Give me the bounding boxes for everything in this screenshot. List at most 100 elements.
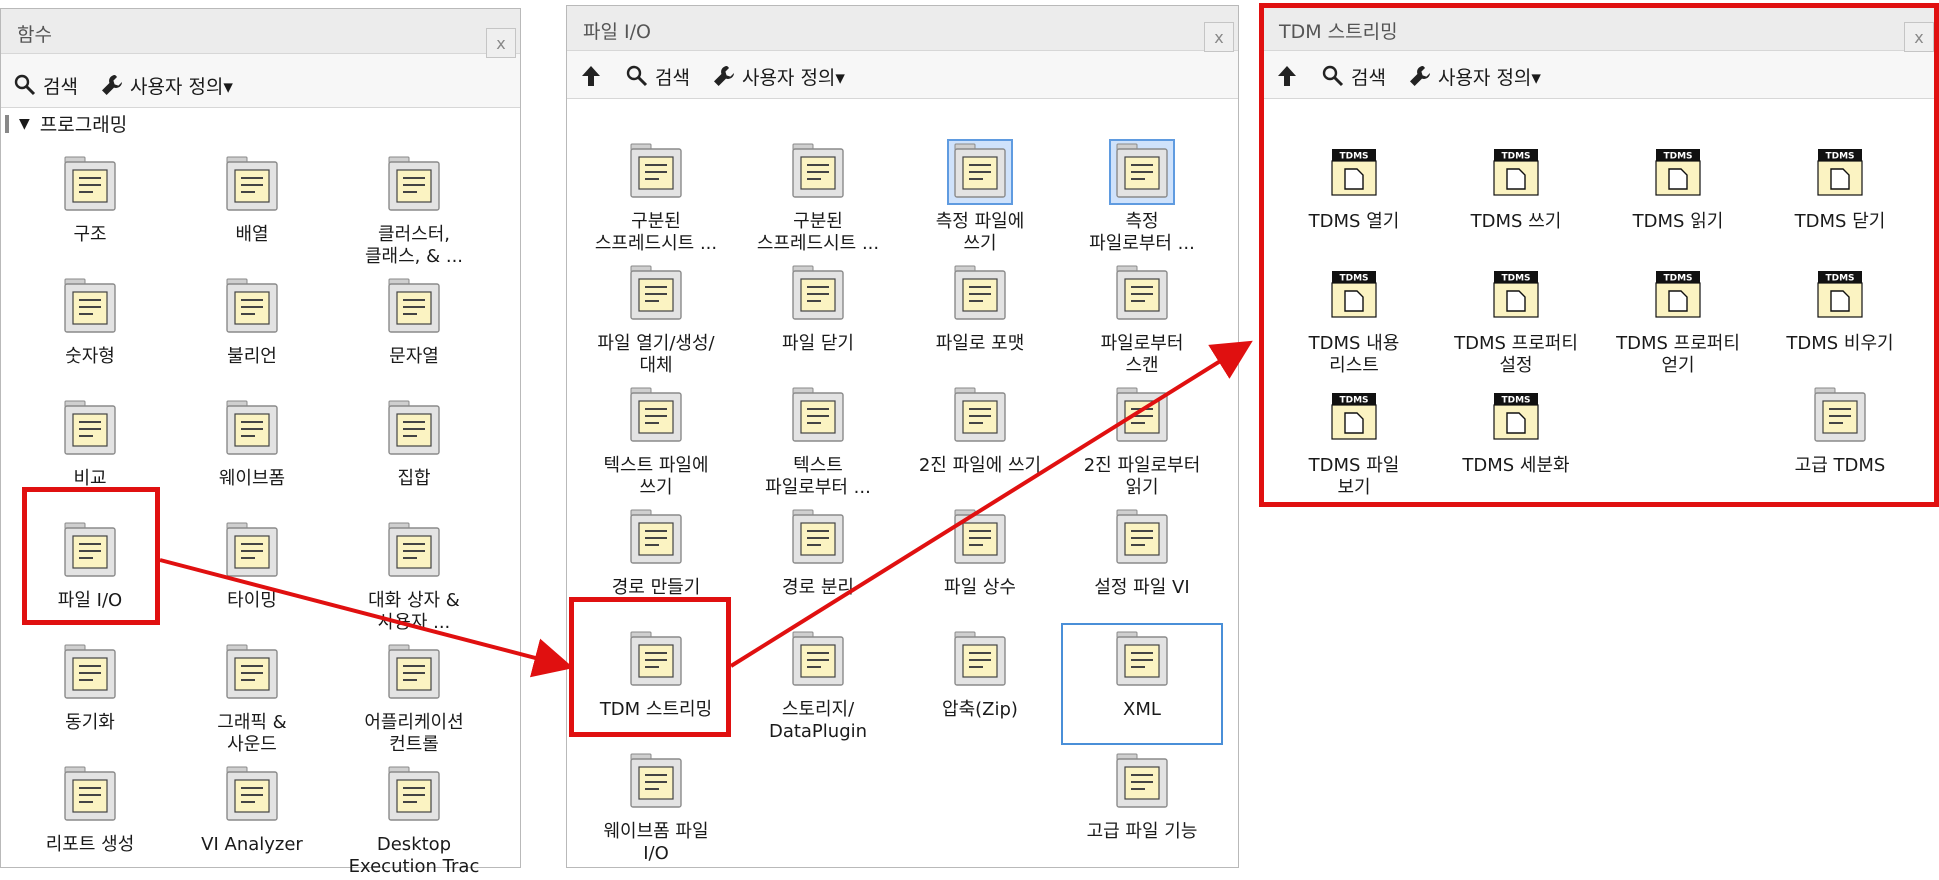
file-io-grid: 구분된 스프레드시트 ... 구분된 스프레드시트 ... 측정 파일에 쓰기 측정 파… xyxy=(567,135,1238,867)
functions-customize-label: 사용자 정의▾ xyxy=(129,75,233,98)
svg-text:TDMS: TDMS xyxy=(1339,274,1368,284)
functions-title: 함수 xyxy=(17,24,52,46)
tdms-flush-item[interactable]: TDMS TDMS 비우기 xyxy=(1759,257,1921,379)
svg-text:TDMS: TDMS xyxy=(1501,396,1530,406)
timing-item[interactable]: 타이밍 xyxy=(171,514,333,636)
xml-icon xyxy=(1116,631,1168,686)
vi-analyzer-item[interactable]: VI Analyzer xyxy=(171,758,333,880)
tdms-close-item[interactable]: TDMS TDMS 닫기 xyxy=(1759,135,1921,257)
read-delimited-spreadsheet-item[interactable]: 구분된 스프레드시트 ... xyxy=(737,135,899,257)
tdm-streaming-item[interactable]: TDM 스트리밍 xyxy=(575,623,737,745)
advanced-tdms-icon xyxy=(1814,387,1866,442)
read-binary-file-item[interactable]: 2진 파일로부터 읽기 xyxy=(1061,379,1223,501)
item-label: 고급 TDMS xyxy=(1794,455,1886,476)
cluster-class-item[interactable]: 클러스터, 클래스, & ... xyxy=(333,148,495,270)
wrench-icon xyxy=(713,66,734,86)
item-label: TDMS 프로퍼티 xyxy=(1616,333,1740,354)
write-measurement-file-item[interactable]: 측정 파일에 쓰기 xyxy=(899,135,1061,257)
item-label: 리스트 xyxy=(1329,355,1379,376)
tdm-up-button[interactable] xyxy=(1275,64,1299,88)
tdms-file-viewer-item[interactable]: TDMS TDMS 파일 보기 xyxy=(1273,379,1435,501)
application-control-item[interactable]: 어플리케이션 컨트롤 xyxy=(333,636,495,758)
scan-from-file-item[interactable]: 파일로부터 스캔 xyxy=(1061,257,1223,379)
tdm-customize-button[interactable]: 사용자 정의▾ xyxy=(1408,63,1541,90)
report-generation-icon xyxy=(64,766,116,821)
empty-cell xyxy=(737,745,899,867)
tdms-defragment-item[interactable]: TDMS TDMS 세분화 xyxy=(1435,379,1597,501)
up-arrow-icon xyxy=(582,66,600,86)
svg-text:TDMS: TDMS xyxy=(1339,396,1368,406)
dialog-user-interface-item[interactable]: 대화 상자 & 사용자 ... xyxy=(333,514,495,636)
advanced-file-functions-item[interactable]: 고급 파일 기능 xyxy=(1061,745,1223,867)
tdms-list-contents-item[interactable]: TDMS TDMS 내용 리스트 xyxy=(1273,257,1435,379)
synchronization-item[interactable]: 동기화 xyxy=(9,636,171,758)
read-text-file-icon xyxy=(792,387,844,442)
functions-titlebar[interactable]: 함수 x xyxy=(1,9,520,58)
file-io-customize-label: 사용자 정의▾ xyxy=(741,66,845,89)
functions-customize-button[interactable]: 사용자 정의▾ xyxy=(100,72,233,99)
tdm-titlebar[interactable]: TDM 스트리밍 x xyxy=(1263,6,1938,52)
zip-item[interactable]: 압축(Zip) xyxy=(899,623,1061,745)
programming-section-header[interactable]: ▼ 프로그래밍 xyxy=(5,110,127,137)
file-io-search-button[interactable]: 검색 xyxy=(625,63,690,90)
file-constants-item[interactable]: 파일 상수 xyxy=(899,501,1061,623)
tdms-get-properties-item[interactable]: TDMS TDMS 프로퍼티 얻기 xyxy=(1597,257,1759,379)
item-label: 배열 xyxy=(235,224,269,245)
vi-analyzer-icon xyxy=(226,766,278,821)
set-item[interactable]: 집합 xyxy=(333,392,495,514)
functions-search-button[interactable]: 검색 xyxy=(13,72,78,99)
waveform-item[interactable]: 웨이브폼 xyxy=(171,392,333,514)
strip-path-item[interactable]: 경로 분리 xyxy=(737,501,899,623)
desktop-execution-trace-item[interactable]: Desktop Execution Trac xyxy=(333,758,495,880)
section-title: 프로그래밍 xyxy=(39,114,128,136)
item-label: 스캔 xyxy=(1125,355,1159,376)
write-delimited-spreadsheet-item[interactable]: 구분된 스프레드시트 ... xyxy=(575,135,737,257)
item-label: TDM 스트리밍 xyxy=(599,699,713,720)
comparison-item[interactable]: 비교 xyxy=(9,392,171,514)
structures-item[interactable]: 구조 xyxy=(9,148,171,270)
tdms-set-properties-item[interactable]: TDMS TDMS 프로퍼티 설정 xyxy=(1435,257,1597,379)
item-label: 설정 xyxy=(1499,355,1533,376)
item-label: 타이밍 xyxy=(227,590,277,611)
file-io-item[interactable]: 파일 I/O xyxy=(9,514,171,636)
write-text-file-item[interactable]: 텍스트 파일에 쓰기 xyxy=(575,379,737,501)
item-label: 그래픽 & xyxy=(217,712,287,733)
close-file-item[interactable]: 파일 닫기 xyxy=(737,257,899,379)
tdms-open-item[interactable]: TDMS TDMS 열기 xyxy=(1273,135,1435,257)
build-path-item[interactable]: 경로 만들기 xyxy=(575,501,737,623)
string-item[interactable]: 문자열 xyxy=(333,270,495,392)
storage-dataplugin-item[interactable]: 스토리지/DataPlugin xyxy=(737,623,899,745)
file-io-up-button[interactable] xyxy=(579,64,603,88)
report-generation-item[interactable]: 리포트 생성 xyxy=(9,758,171,880)
numeric-item[interactable]: 숫자형 xyxy=(9,270,171,392)
xml-item[interactable]: XML xyxy=(1061,623,1223,745)
advanced-tdms-item[interactable]: 고급 TDMS xyxy=(1759,379,1921,501)
write-binary-file-item[interactable]: 2진 파일에 쓰기 xyxy=(899,379,1061,501)
item-label: 어플리케이션 xyxy=(364,712,464,733)
item-label: 컨트롤 xyxy=(389,734,439,755)
tdm-close-button[interactable]: x xyxy=(1904,22,1934,52)
array-item[interactable]: 배열 xyxy=(171,148,333,270)
boolean-item[interactable]: 불리언 xyxy=(171,270,333,392)
read-text-file-item[interactable]: 텍스트 파일로부터 ... xyxy=(737,379,899,501)
file-io-titlebar[interactable]: 파일 I/O x xyxy=(567,6,1238,52)
functions-close-button[interactable]: x xyxy=(486,28,516,58)
item-label: 파일로부터 ... xyxy=(1089,233,1195,254)
item-label: TDMS 세분화 xyxy=(1462,455,1570,476)
graphics-sound-item[interactable]: 그래픽 & 사운드 xyxy=(171,636,333,758)
tdms-close-icon: TDMS xyxy=(1817,149,1863,196)
file-io-customize-button[interactable]: 사용자 정의▾ xyxy=(712,63,845,90)
item-label: 파일 상수 xyxy=(944,577,1016,598)
open-create-replace-file-item[interactable]: 파일 열기/생성/대체 xyxy=(575,257,737,379)
waveform-file-io-item[interactable]: 웨이브폼 파일 I/O xyxy=(575,745,737,867)
tdms-read-item[interactable]: TDMS TDMS 읽기 xyxy=(1597,135,1759,257)
item-label: 고급 파일 기능 xyxy=(1086,821,1198,842)
tdm-search-button[interactable]: 검색 xyxy=(1321,63,1386,90)
item-label: Desktop xyxy=(376,834,452,855)
format-into-file-item[interactable]: 파일로 포맷 xyxy=(899,257,1061,379)
tdms-read-icon: TDMS xyxy=(1655,149,1701,196)
tdms-write-item[interactable]: TDMS TDMS 쓰기 xyxy=(1435,135,1597,257)
file-io-close-button[interactable]: x xyxy=(1204,22,1234,52)
read-measurement-file-item[interactable]: 측정 파일로부터 ... xyxy=(1061,135,1223,257)
config-file-vi-item[interactable]: 설정 파일 VI xyxy=(1061,501,1223,623)
